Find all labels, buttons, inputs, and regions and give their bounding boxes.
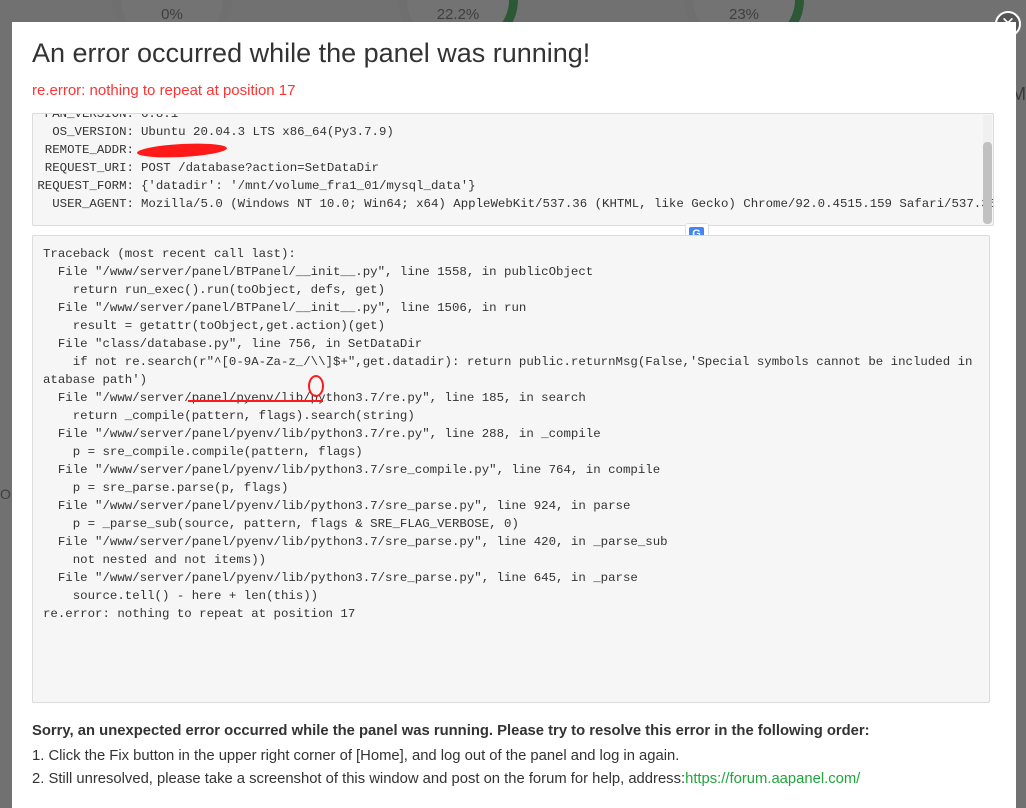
traceback-line: p = sre_parse.parse(p, flags) xyxy=(43,481,289,495)
env-value: POST /database?action=SetDataDir xyxy=(141,161,379,175)
env-value: Mozilla/5.0 (Windows NT 10.0; Win64; x64… xyxy=(141,197,994,211)
help-step-2-text: 2. Still unresolved, please take a scree… xyxy=(32,771,686,787)
dialog-title: An error occurred while the panel was ru… xyxy=(32,38,591,68)
env-key: OS_VERSION: xyxy=(52,125,134,139)
env-row: USER_AGENT: Mozilla/5.0 (Windows NT 10.0;… xyxy=(33,195,993,213)
env-row: REQUEST_URI: POST /database?action=SetDat… xyxy=(33,159,981,177)
redaction-scribble xyxy=(136,141,228,160)
traceback-line: File "/www/server/panel/pyenv/lib/python… xyxy=(43,391,586,405)
traceback-line: return run_exec().run(toObject, defs, ge… xyxy=(43,283,386,297)
annotation-underline xyxy=(188,400,323,402)
env-key: REQUEST_URI: xyxy=(44,161,134,175)
traceback-line: atabase path') xyxy=(43,373,148,387)
traceback-line: p = sre_compile.compile(pattern, flags) xyxy=(43,445,363,459)
traceback-line: File "/www/server/panel/pyenv/lib/python… xyxy=(43,427,601,441)
environment-info-box[interactable]: PAN_VERSION: 6.8.1 OS_VERSION: Ubuntu 20.0… xyxy=(32,113,994,226)
traceback-line: Traceback (most recent call last): xyxy=(43,247,296,261)
traceback-line: source.tell() - here + len(this)) xyxy=(43,589,319,603)
environment-scrollbar[interactable] xyxy=(983,115,992,224)
env-row: OS_VERSION: Ubuntu 20.04.3 LTS x86_64(Py3… xyxy=(33,123,981,141)
forum-link[interactable]: https://forum.aapanel.com/ xyxy=(685,771,860,787)
traceback-line: File "/www/server/panel/BTPanel/__init__… xyxy=(43,301,527,315)
traceback-box: Traceback (most recent call last): File … xyxy=(32,235,990,703)
env-key: USER_AGENT: xyxy=(52,197,134,211)
help-title: Sorry, an unexpected error occurred whil… xyxy=(32,723,870,739)
env-row: PAN_VERSION: 6.8.1 xyxy=(33,113,981,123)
scrollbar-thumb[interactable] xyxy=(983,142,992,224)
traceback-line: File "/www/server/panel/BTPanel/__init__… xyxy=(43,265,594,279)
traceback-line: re.error: nothing to repeat at position … xyxy=(43,607,356,621)
traceback-line: File "/www/server/panel/pyenv/lib/python… xyxy=(43,499,631,513)
traceback-line: p = _parse_sub(source, pattern, flags & … xyxy=(43,517,519,531)
traceback-line: File "/www/server/panel/pyenv/lib/python… xyxy=(43,535,668,549)
env-row: REQUEST_FORM: {'datadir': '/mnt/volume_fr… xyxy=(33,177,981,195)
env-value: 6.8.1 xyxy=(141,113,179,121)
traceback-line: File "/www/server/panel/pyenv/lib/python… xyxy=(43,463,661,477)
traceback-line: File "/www/server/panel/pyenv/lib/python… xyxy=(43,571,638,585)
help-step-2: 2. Still unresolved, please take a scree… xyxy=(32,771,860,787)
env-value: Ubuntu 20.04.3 LTS x86_64(Py3.7.9) xyxy=(141,125,394,139)
env-key: REQUEST_FORM: xyxy=(37,179,134,193)
env-key: PAN_VERSION: xyxy=(44,113,134,121)
env-value: {'datadir': '/mnt/volume_fra1_01/mysql_d… xyxy=(141,179,476,193)
error-message: re.error: nothing to repeat at position … xyxy=(32,82,296,99)
annotation-circle xyxy=(308,375,324,397)
traceback-line: not nested and not items)) xyxy=(43,553,267,567)
traceback-line: if not re.search(r"^[0-9A-Za-z_/\\]$+",g… xyxy=(43,355,980,369)
traceback-line: File "class/database.py", line 756, in S… xyxy=(43,337,423,351)
help-step-1: 1. Click the Fix button in the upper rig… xyxy=(32,748,680,764)
error-dialog: An error occurred while the panel was ru… xyxy=(12,22,1016,808)
env-row: REMOTE_ADDR: xyxy=(33,141,981,160)
traceback-line: return _compile(pattern, flags).search(s… xyxy=(43,409,415,423)
env-key: REMOTE_ADDR: xyxy=(44,143,134,157)
traceback-line: result = getattr(toObject,get.action)(ge… xyxy=(43,319,386,333)
